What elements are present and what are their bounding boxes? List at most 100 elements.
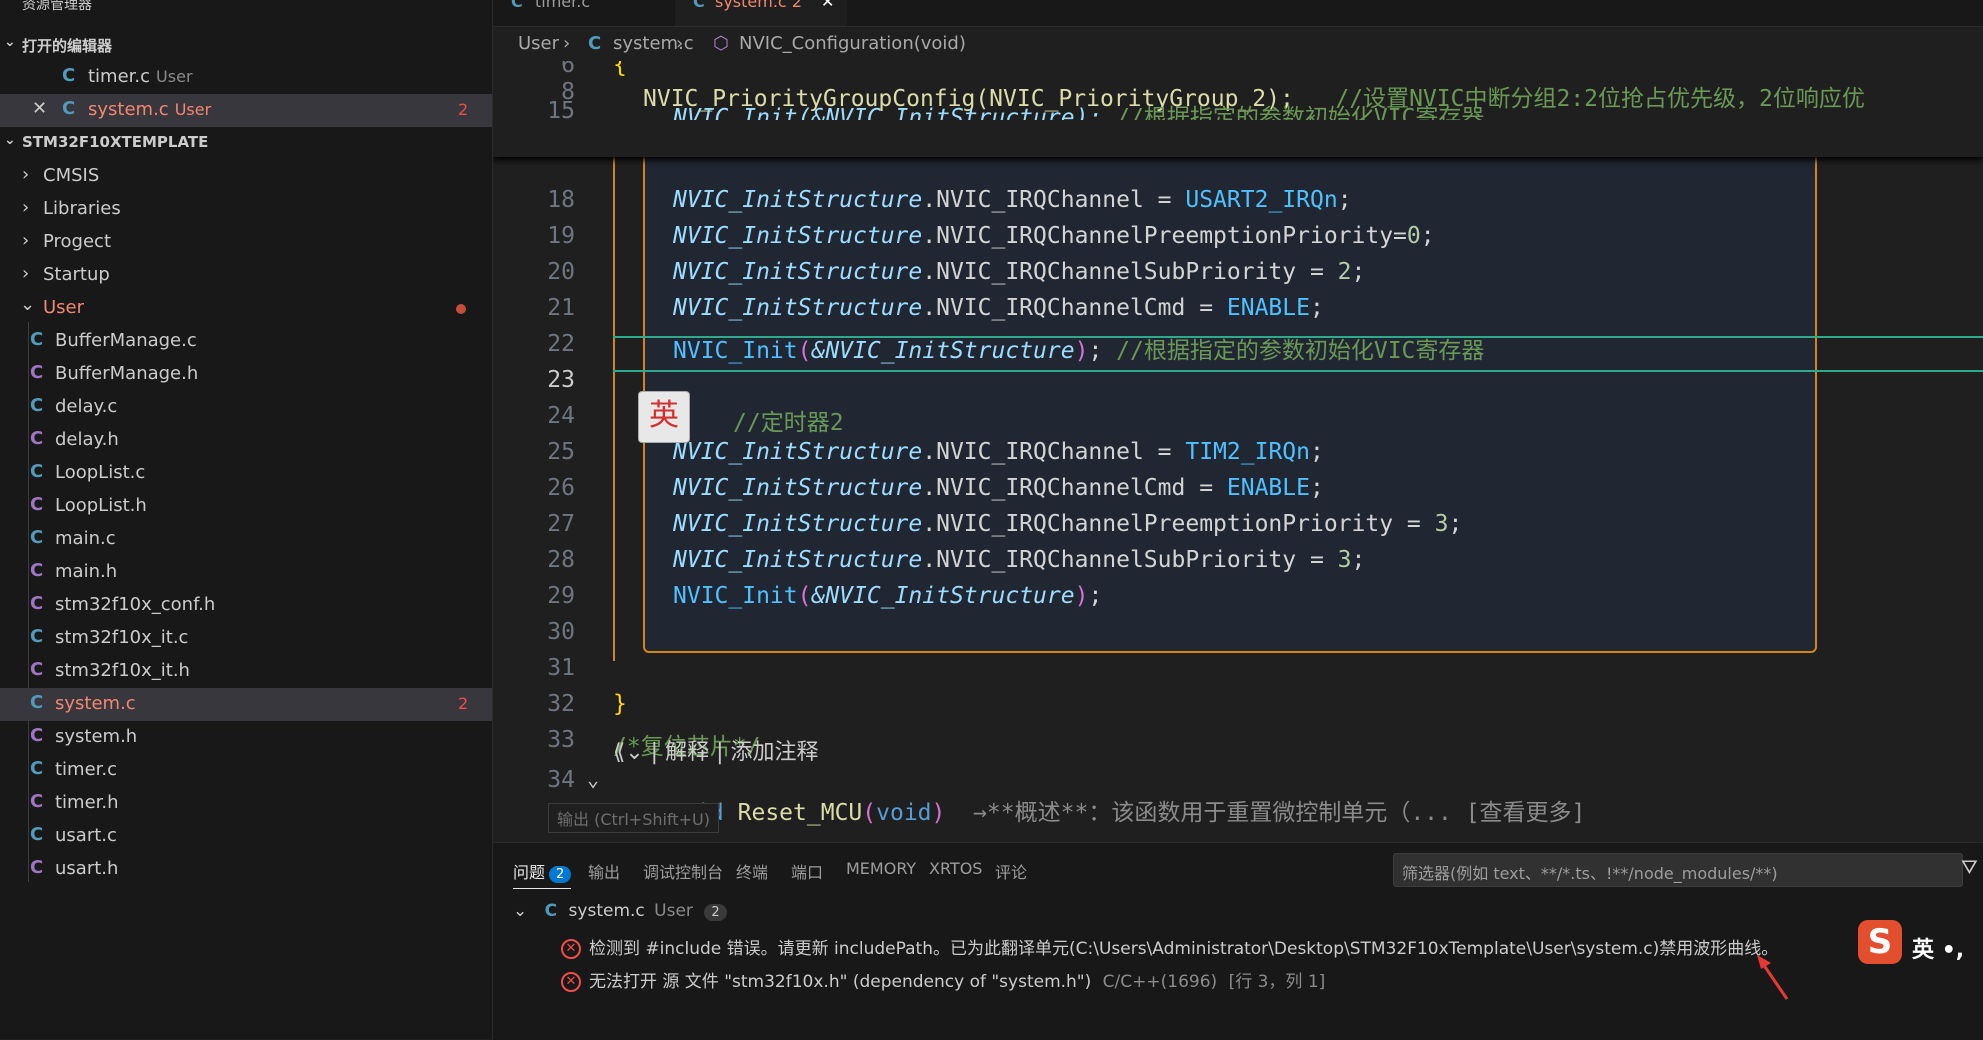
param: void [876, 800, 932, 826]
chevron-right-icon: › [22, 197, 30, 218]
panel-tab[interactable]: 评论 [995, 859, 1027, 883]
tab-timer-c[interactable]: C timer.c [511, 0, 661, 26]
file-item[interactable]: Cmain.c [0, 523, 492, 556]
file-name: stm32f10x_it.h [55, 660, 190, 681]
c-file-icon: C [30, 395, 44, 416]
h-file-icon: C [30, 362, 44, 383]
ime-mode[interactable]: 英 •, [1912, 932, 1964, 964]
file-name: usart.h [55, 858, 119, 879]
open-editors-section[interactable]: ⌄ 打开的编辑器 [0, 30, 492, 60]
file-item[interactable]: Ctimer.c [0, 754, 492, 787]
folder-item[interactable]: › Libraries [0, 193, 492, 226]
folder-item[interactable]: › Startup [0, 259, 492, 292]
file-item[interactable]: Cstm32f10x_it.h [0, 655, 492, 688]
file-item[interactable]: Cusart.h [0, 853, 492, 886]
line-number: 33 [547, 727, 575, 753]
close-icon[interactable]: ✕ [32, 98, 47, 119]
h-file-icon: C [30, 791, 44, 812]
folder-name: Startup [43, 264, 110, 285]
file-item[interactable]: C LoopList.h [0, 490, 492, 523]
problem-item[interactable]: ✕ 检测到 #include 错误。请更新 includePath。已为此翻译单元… [561, 934, 1778, 959]
filter-placeholder: 筛选器(例如 text、**/*.ts、!**/node_modules/**) [1402, 864, 1778, 883]
sticky-scroll[interactable]: 6 { 8 NVIC_PriorityGroupConfig(NVIC_Prio… [493, 61, 1983, 157]
line-number: 6 [561, 61, 575, 78]
file-item[interactable]: Cmain.h [0, 556, 492, 589]
panel-tab[interactable]: 调试控制台 [643, 859, 723, 883]
file-name: stm32f10x_it.c [55, 627, 189, 648]
modified-dot [456, 304, 466, 314]
problems-filter-input[interactable]: 筛选器(例如 text、**/*.ts、!**/node_modules/**) [1393, 853, 1963, 887]
h-file-icon: C [30, 857, 44, 878]
panel-tab[interactable]: 问题 2 [513, 859, 572, 889]
panel-tab[interactable]: 输出 [588, 859, 620, 883]
problem-count-badge: 2 [458, 694, 469, 713]
file-item[interactable]: Cusart.c [0, 820, 492, 853]
line-number: 24 [547, 403, 575, 429]
more-actions-icon[interactable]: ··· [449, 0, 468, 10]
code-editor[interactable]: 18 NVIC_InitStructure.NVIC_IRQChannel = U… [493, 61, 1983, 841]
problem-count-badge: 2 [704, 904, 727, 921]
file-item[interactable]: C BufferManage.c [0, 325, 492, 358]
problem-group[interactable]: ⌄ C system.c User 2 [513, 901, 727, 921]
ime-punct: •, [1941, 938, 1965, 963]
panel-tab[interactable]: MEMORY [846, 859, 916, 878]
filter-icon[interactable]: ⛛ [1961, 855, 1978, 879]
open-editor-item[interactable]: C timer.c User [0, 61, 492, 94]
file-name: main.h [55, 561, 118, 582]
panel-tab[interactable]: XRTOS [929, 859, 982, 878]
problem-count-badge: 2 [458, 100, 469, 119]
file-item[interactable]: Csystem.c 2 [0, 688, 492, 721]
file-item[interactable]: C LoopList.c [0, 457, 492, 490]
folder-item[interactable]: › CMSIS [0, 160, 492, 193]
c-file-icon: C [62, 65, 76, 86]
file-item[interactable]: Cstm32f10x_conf.h [0, 589, 492, 622]
problem-item[interactable]: ✕ 无法打开 源 文件 "stm32f10x.h" (dependency of … [561, 967, 1325, 992]
line-number: 25 [547, 439, 575, 465]
file-item[interactable]: Ctimer.h [0, 787, 492, 820]
file-item[interactable]: Csystem.h [0, 721, 492, 754]
file-item[interactable]: Cdelay.c [0, 391, 492, 424]
folder-item[interactable]: › Progect [0, 226, 492, 259]
folder-item-user[interactable]: ⌄ User [0, 292, 492, 325]
code-line: NVIC_InitStructure.NVIC_IRQChannel = USA… [673, 187, 1352, 213]
code-line: NVIC_Init(&NVIC_InitStructure); [673, 583, 1117, 609]
chevron-down-icon: ⌄ [4, 132, 16, 148]
open-editor-name: timer.c [88, 66, 151, 87]
code-line: } [613, 691, 627, 717]
open-editor-item[interactable]: ✕ C system.c User 2 [0, 94, 492, 127]
problem-file: system.c [568, 901, 645, 921]
code-line: NVIC_InitStructure.NVIC_IRQChannelPreemp… [673, 223, 1435, 249]
problem-count-badge: 2 [549, 866, 572, 883]
c-file-icon: C [588, 33, 602, 54]
problem-location: [行 3，列 1] [1228, 972, 1326, 992]
file-item[interactable]: Cstm32f10x_it.c [0, 622, 492, 655]
sogou-ime-icon[interactable]: S [1858, 920, 1902, 964]
codelens-actions[interactable]: | 解释 | 添加注释 [651, 740, 819, 765]
codelens[interactable]: ⟪⌄ | 解释 | 添加注释 [613, 734, 818, 766]
c-file-icon: C [62, 98, 76, 119]
c-file-icon: C [30, 758, 44, 779]
panel-tab[interactable]: 终端 [736, 859, 768, 883]
output-tooltip: 输出 (Ctrl+Shift+U) [548, 803, 719, 833]
breadcrumb-symbol[interactable]: NVIC_Configuration(void) [739, 33, 966, 54]
code-line: NVIC_InitStructure.NVIC_IRQChannelCmd = … [673, 475, 1324, 501]
file-name: system.c [55, 693, 136, 714]
tab-system-c[interactable]: C system.c 2 ✕ [675, 0, 847, 26]
file-item[interactable]: C BufferManage.h [0, 358, 492, 391]
open-editors-label: 打开的编辑器 [22, 37, 113, 55]
fold-chevron-icon[interactable]: ⌄ [587, 767, 599, 791]
project-section[interactable]: ⌄ STM32F10XTEMPLATE [0, 128, 492, 158]
open-editor-dir: User [156, 67, 193, 86]
code-line: { [613, 61, 627, 78]
file-name: stm32f10x_conf.h [55, 594, 216, 615]
line-number: 32 [547, 691, 575, 717]
breadcrumb-folder[interactable]: User [518, 33, 559, 54]
c-file-icon: C [544, 901, 558, 921]
chevron-down-icon: ⌄ [513, 901, 528, 921]
panel-tab[interactable]: 端口 [791, 859, 823, 883]
c-file-icon: C [30, 626, 44, 647]
code-comment: //根据指定的参数初始化VIC寄存器 [1116, 105, 1485, 120]
ai-summary-hint[interactable]: →**概述**：该函数用于重置微控制单元（... [查看更多] [973, 800, 1585, 826]
close-icon[interactable]: ✕ [821, 0, 834, 11]
file-item[interactable]: Cdelay.h [0, 424, 492, 457]
